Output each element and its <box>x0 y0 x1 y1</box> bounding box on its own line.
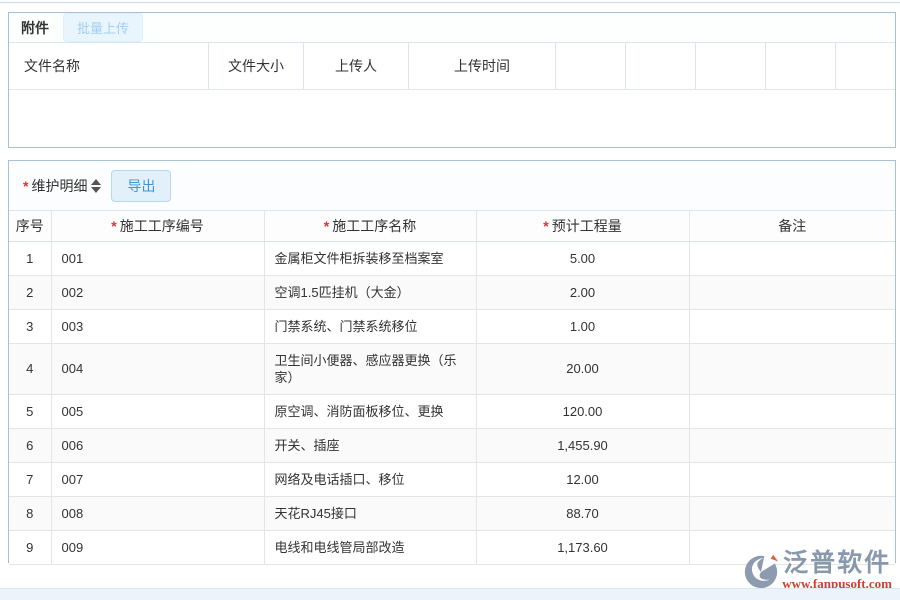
row-no-cell: 4 <box>9 343 51 394</box>
batch-upload-button[interactable]: 批量上传 <box>63 13 143 42</box>
process-code-cell: 007 <box>51 462 264 496</box>
estimated-qty-cell: 120.00 <box>476 394 689 428</box>
process-name-cell: 卫生间小便器、感应器更换（乐家） <box>264 343 476 394</box>
process-name-cell: 空调1.5匹挂机（大金） <box>264 275 476 309</box>
no-column-header: 序号 <box>9 211 51 241</box>
estimated-qty-cell: 1,455.90 <box>476 428 689 462</box>
attachments-title: 附件 <box>21 18 49 38</box>
process-code-cell: 009 <box>51 530 264 564</box>
maintenance-table: 序号 *施工工序编号 *施工工序名称 *预计工程量 备注 1 001 金属柜文件… <box>9 211 895 565</box>
table-row: 7 007 网络及电话插口、移位 12.00 <box>9 462 895 496</box>
process-name-cell: 门禁系统、门禁系统移位 <box>264 309 476 343</box>
uploader-column-header: 上传人 <box>304 43 409 89</box>
sort-up-icon <box>91 179 101 185</box>
maintenance-title: 维护明细 <box>31 176 87 196</box>
row-no-cell: 6 <box>9 428 51 462</box>
remark-cell <box>689 496 895 530</box>
process-code-cell: 006 <box>51 428 264 462</box>
process-name-cell: 金属柜文件柜拆装移至档案室 <box>264 241 476 275</box>
table-row: 8 008 天花RJ45接口 88.70 <box>9 496 895 530</box>
estimated-qty-column-header: *预计工程量 <box>476 211 689 241</box>
process-code-cell: 001 <box>51 241 264 275</box>
estimated-qty-cell: 2.00 <box>476 275 689 309</box>
process-code-cell: 005 <box>51 394 264 428</box>
remark-cell <box>689 394 895 428</box>
upload-time-column-header: 上传时间 <box>409 43 556 89</box>
remark-cell <box>689 428 895 462</box>
table-row: 2 002 空调1.5匹挂机（大金） 2.00 <box>9 275 895 309</box>
process-code-cell: 004 <box>51 343 264 394</box>
estimated-qty-cell: 88.70 <box>476 496 689 530</box>
table-row: 6 006 开关、插座 1,455.90 <box>9 428 895 462</box>
table-row: 3 003 门禁系统、门禁系统移位 1.00 <box>9 309 895 343</box>
file-name-column-header: 文件名称 <box>9 43 209 89</box>
process-name-cell: 原空调、消防面板移位、更换 <box>264 394 476 428</box>
table-row: 1 001 金属柜文件柜拆装移至档案室 5.00 <box>9 241 895 275</box>
maintenance-panel: * 维护明细 导出 序号 *施工工序编号 *施工工序名称 *预计工程量 备注 1… <box>8 160 896 563</box>
sort-down-icon <box>91 187 101 193</box>
table-row: 9 009 电线和电线管局部改造 1,173.60 <box>9 530 895 564</box>
file-header-empty-cell <box>626 43 696 89</box>
file-header-empty-cell <box>836 43 895 89</box>
required-asterisk: * <box>543 218 548 234</box>
required-asterisk: * <box>23 178 28 194</box>
row-no-cell: 7 <box>9 462 51 496</box>
remark-cell <box>689 241 895 275</box>
file-size-column-header: 文件大小 <box>209 43 304 89</box>
file-table-header: 文件名称 文件大小 上传人 上传时间 <box>9 43 895 90</box>
row-no-cell: 1 <box>9 241 51 275</box>
estimated-qty-cell: 1,173.60 <box>476 530 689 564</box>
file-header-empty-cell <box>766 43 836 89</box>
process-name-column-header: *施工工序名称 <box>264 211 476 241</box>
attachments-header: 附件 批量上传 <box>9 13 895 43</box>
estimated-qty-cell: 12.00 <box>476 462 689 496</box>
file-header-empty-cell <box>556 43 626 89</box>
process-name-cell: 天花RJ45接口 <box>264 496 476 530</box>
row-no-cell: 3 <box>9 309 51 343</box>
estimated-qty-cell: 20.00 <box>476 343 689 394</box>
remark-cell <box>689 275 895 309</box>
process-name-cell: 电线和电线管局部改造 <box>264 530 476 564</box>
remark-column-header: 备注 <box>689 211 895 241</box>
maintenance-table-header-row: 序号 *施工工序编号 *施工工序名称 *预计工程量 备注 <box>9 211 895 241</box>
process-code-cell: 008 <box>51 496 264 530</box>
required-asterisk: * <box>324 218 329 234</box>
process-code-cell: 002 <box>51 275 264 309</box>
attachments-panel: 附件 批量上传 文件名称 文件大小 上传人 上传时间 <box>8 12 896 148</box>
remark-cell <box>689 343 895 394</box>
row-no-cell: 8 <box>9 496 51 530</box>
remark-cell <box>689 530 895 564</box>
file-header-empty-cell <box>696 43 766 89</box>
table-row: 5 005 原空调、消防面板移位、更换 120.00 <box>9 394 895 428</box>
row-no-cell: 5 <box>9 394 51 428</box>
process-code-cell: 003 <box>51 309 264 343</box>
row-no-cell: 2 <box>9 275 51 309</box>
file-table-empty-body <box>9 90 895 147</box>
row-no-cell: 9 <box>9 530 51 564</box>
sort-toggle-icon[interactable] <box>91 179 101 193</box>
maintenance-header: * 维护明细 导出 <box>9 161 895 211</box>
estimated-qty-cell: 5.00 <box>476 241 689 275</box>
bottom-bar <box>0 588 900 600</box>
remark-cell <box>689 462 895 496</box>
process-name-cell: 开关、插座 <box>264 428 476 462</box>
process-code-column-header: *施工工序编号 <box>51 211 264 241</box>
required-asterisk: * <box>111 218 116 234</box>
top-divider <box>0 0 900 3</box>
process-name-cell: 网络及电话插口、移位 <box>264 462 476 496</box>
estimated-qty-cell: 1.00 <box>476 309 689 343</box>
export-button[interactable]: 导出 <box>111 170 171 202</box>
table-row: 4 004 卫生间小便器、感应器更换（乐家） 20.00 <box>9 343 895 394</box>
remark-cell <box>689 309 895 343</box>
